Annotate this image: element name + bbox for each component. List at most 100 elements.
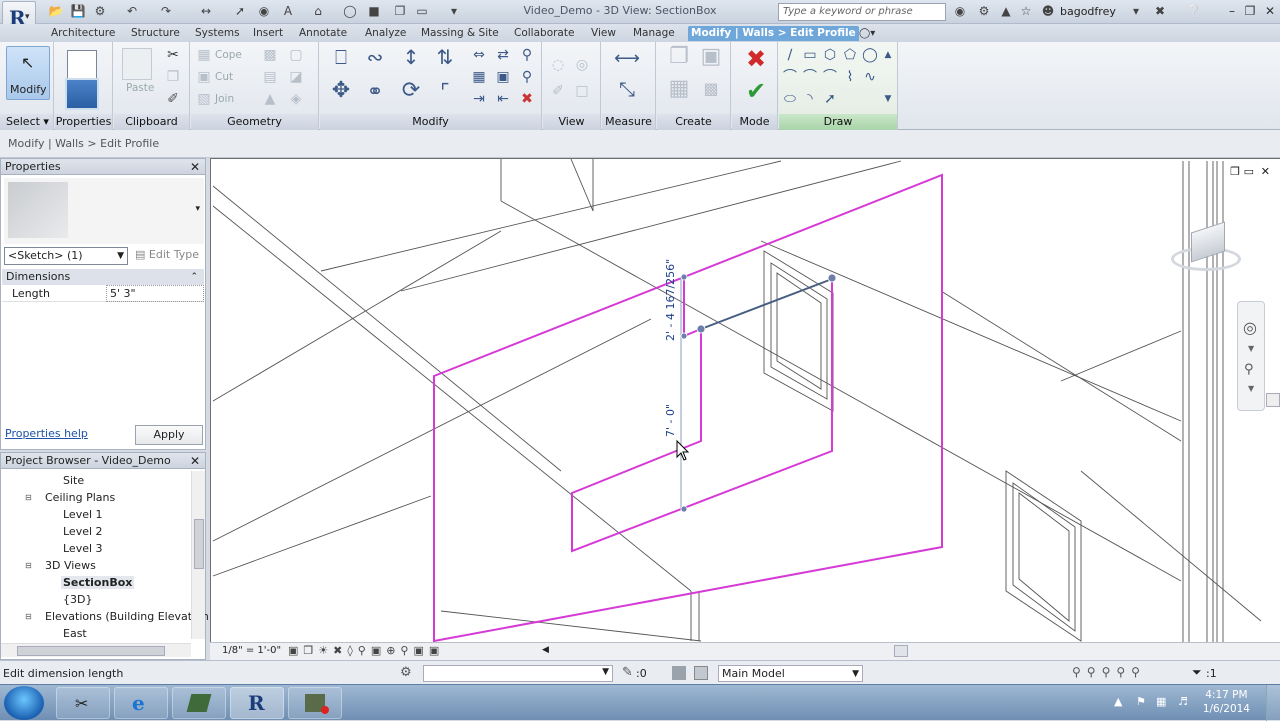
tree-item-site[interactable]: Site <box>63 474 84 487</box>
volume-icon[interactable]: ♬ <box>1178 695 1188 708</box>
start-button[interactable] <box>4 686 44 720</box>
minimize-ribbon-icon[interactable]: ◯▾ <box>856 26 878 41</box>
split-gap-icon[interactable]: ⇄ <box>494 46 512 64</box>
chevron-down-icon[interactable]: ▼ <box>1248 344 1254 353</box>
ellipse-icon[interactable]: ⬭ <box>781 90 799 108</box>
paint-icon[interactable]: ◪ <box>287 68 305 86</box>
drawing-canvas[interactable]: 2' - 4 167/256" 7' - 0" ❐ ▭ ✕ ◎ ▼ ⚲ ▼ <box>210 158 1280 642</box>
scroll-thumb[interactable] <box>17 646 165 656</box>
horizontal-scroll-thumb[interactable] <box>894 645 908 657</box>
wall-joins-icon[interactable]: ▤ <box>261 68 279 86</box>
close-hidden-icon[interactable]: ❐ <box>392 3 408 19</box>
revit-task[interactable]: R <box>230 687 284 719</box>
center-ends-arc-icon[interactable]: ⌒ <box>801 68 819 86</box>
lightbulb-icon[interactable]: ◌ <box>549 56 567 74</box>
system-clock[interactable]: 4:17 PM 1/6/2014 <box>1203 688 1250 716</box>
pick-lines-icon[interactable]: ➚ <box>821 90 839 108</box>
tree-item-3d[interactable]: {3D} <box>63 593 92 606</box>
recorder-task[interactable] <box>288 687 342 719</box>
3d-view-icon[interactable]: ⌂ <box>310 3 326 19</box>
tab-architecture[interactable]: Architecture <box>48 26 118 41</box>
mirror-axis-icon[interactable]: ↕ <box>398 47 424 74</box>
dimension-lower[interactable]: 7' - 0" <box>664 404 677 437</box>
array-icon[interactable]: ▦ <box>470 68 488 86</box>
tab-annotate[interactable]: Annotate <box>296 26 350 41</box>
maximize-button[interactable]: ❐ <box>1240 2 1260 20</box>
tab-systems[interactable]: Systems <box>192 26 243 41</box>
browser-vertical-scrollbar[interactable] <box>191 471 205 639</box>
collapse-icon[interactable]: ⊟ <box>25 561 32 570</box>
remove-paint-icon[interactable]: ◈ <box>287 90 305 108</box>
customize-qat-icon[interactable]: ▾ <box>446 3 462 19</box>
user-icon[interactable]: ☻ <box>1040 3 1056 19</box>
tree-item-ceiling-plans[interactable]: Ceiling Plans <box>45 491 115 504</box>
undo-icon[interactable]: ↶ <box>124 3 140 19</box>
tab-collaborate[interactable]: Collaborate <box>511 26 577 41</box>
dimensions-group-header[interactable]: Dimensions ⌃ <box>2 269 204 285</box>
show-desktop-button[interactable] <box>1266 685 1280 721</box>
canvas-scroll-thumb[interactable] <box>1266 393 1280 407</box>
selected-sketch-line[interactable] <box>700 278 833 330</box>
length-field[interactable]: 5' 3" <box>106 285 204 302</box>
edit-type-button[interactable]: ▤ Edit Type <box>135 248 199 261</box>
tree-item-sectionbox[interactable]: SectionBox <box>61 576 135 589</box>
worksets-icon[interactable]: ⚙ <box>400 665 412 680</box>
flag-icon[interactable]: ⚑ <box>1136 695 1146 708</box>
close-button[interactable]: ✕ <box>1260 2 1280 20</box>
rotate-icon[interactable]: ⟳ <box>398 80 424 108</box>
subscription-icon[interactable]: ⚙ <box>976 3 992 19</box>
split-icon[interactable]: ⇔ <box>470 46 488 64</box>
tab-structure[interactable]: Structure <box>128 26 183 41</box>
tab-modify-edit-profile[interactable]: Modify | Walls > Edit Profile <box>688 26 859 41</box>
finish-edit-icon[interactable]: ✔ <box>744 79 768 106</box>
view-maximize-icon[interactable]: ▭ <box>1244 165 1254 178</box>
trim-single-icon[interactable]: ⇤ <box>494 90 512 108</box>
split-face-icon[interactable]: ▩ <box>261 46 279 64</box>
measure-icon[interactable]: ↔ <box>198 3 214 19</box>
linework-icon[interactable]: □ <box>573 82 591 100</box>
tab-massing-site[interactable]: Massing & Site <box>418 26 502 41</box>
tab-insert[interactable]: Insert <box>250 26 286 41</box>
tree-item-level-3[interactable]: Level 3 <box>63 542 103 555</box>
network-icon[interactable]: ▦ <box>1156 695 1166 708</box>
draw-scroll-up-icon[interactable]: ▲ <box>879 46 897 64</box>
internet-explorer-task[interactable]: e <box>114 687 168 719</box>
unpin-icon[interactable]: ⚲ <box>518 68 536 86</box>
editing-requests-icon[interactable]: ✎ <box>622 665 633 680</box>
tree-item-elevations[interactable]: Elevations (Building Elevation <box>45 610 209 623</box>
sync-icon[interactable]: ⚙ <box>92 3 108 19</box>
tab-analyze[interactable]: Analyze <box>362 26 409 41</box>
spline-icon[interactable]: ∿ <box>861 68 879 86</box>
create-similar-icon[interactable]: ▩ <box>697 80 725 108</box>
binoculars-icon[interactable]: ◉ <box>952 3 968 19</box>
browser-horizontal-scrollbar[interactable] <box>1 643 191 657</box>
match-properties-icon[interactable]: ✐ <box>164 90 182 108</box>
dimension-upper[interactable]: 2' - 4 167/256" <box>664 259 677 341</box>
demolish-icon[interactable]: ▢ <box>287 46 305 64</box>
line-icon[interactable]: ∕ <box>781 46 799 64</box>
steering-wheel-icon[interactable]: ◎ <box>1243 318 1257 337</box>
selection-toggle-icons[interactable]: ⚲⚲⚲⚲⚲ <box>1072 665 1146 679</box>
properties-help-link[interactable]: Properties help <box>5 427 88 440</box>
instance-filter-select[interactable]: <Sketch> (1) ▼ <box>4 247 128 265</box>
help-icon[interactable]: ❔ <box>1186 3 1202 19</box>
cope-icon[interactable]: ▦ <box>195 46 213 64</box>
delete-icon[interactable]: ✖ <box>518 90 536 108</box>
draw-scroll-down-icon[interactable]: ▼ <box>879 90 897 108</box>
view-close-icon[interactable]: ✕ <box>1261 165 1270 178</box>
modify-button[interactable]: ↖ Modify <box>6 46 50 100</box>
show-hidden-icons-icon[interactable]: ▲ <box>1114 695 1122 708</box>
design-options-icon[interactable] <box>672 666 686 680</box>
dimension-icon[interactable]: ➚ <box>232 3 248 19</box>
active-design-option-select[interactable]: Main Model ▼ <box>718 665 863 682</box>
create-assembly-icon[interactable]: ❐ <box>665 46 693 76</box>
align-icon[interactable]: ⎕ <box>328 47 354 74</box>
cancel-edit-icon[interactable]: ✖ <box>744 47 768 74</box>
close-icon[interactable]: ✕ <box>190 453 200 469</box>
navisworks-task[interactable] <box>172 687 226 719</box>
view-control-icons[interactable]: ▣❐☀✖◊⚲▣⊕⚲▣▣ <box>288 644 444 657</box>
tree-item-east[interactable]: East <box>63 627 87 640</box>
trim-extend-icon[interactable]: ⌜ <box>432 81 458 108</box>
username[interactable]: bagodfrey <box>1060 5 1116 18</box>
favorites-icon[interactable]: ☆ <box>1018 3 1034 19</box>
